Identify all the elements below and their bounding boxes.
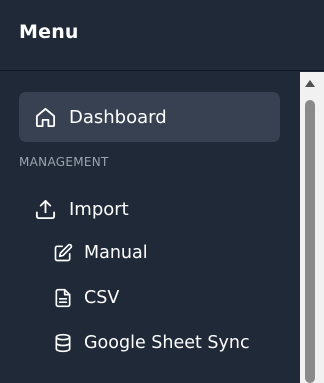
menu-header: Menu (0, 0, 324, 71)
menu-title: Menu (19, 21, 79, 43)
sidebar-item-dashboard[interactable]: Dashboard (19, 92, 280, 142)
sidebar-item-label: CSV (84, 288, 120, 308)
sidebar-item-import[interactable]: Import (34, 194, 129, 224)
scrollbar-thumb[interactable] (305, 100, 315, 383)
sidebar-item-label: Google Sheet Sync (84, 333, 250, 353)
sidebar-item-label: Manual (84, 243, 148, 263)
sidebar-subitem-csv[interactable]: CSV (53, 283, 119, 313)
sidebar-item-label: Dashboard (69, 106, 167, 128)
vertical-scrollbar[interactable] (300, 72, 324, 383)
sidebar-subitem-google-sheet-sync[interactable]: Google Sheet Sync (53, 328, 250, 358)
scroll-up-arrow-icon[interactable] (305, 80, 315, 87)
sidebar-nav: Dashboard MANAGEMENT Import Manual CSV G… (0, 72, 300, 383)
sidebar-subitem-manual[interactable]: Manual (53, 238, 148, 268)
sidebar-menu: Menu Dashboard MANAGEMENT Import Manual … (0, 0, 324, 383)
home-icon (34, 106, 57, 129)
section-label-management: MANAGEMENT (19, 155, 109, 169)
database-icon (53, 333, 73, 353)
upload-icon (34, 198, 57, 221)
file-text-icon (53, 288, 73, 308)
sidebar-item-label: Import (69, 198, 129, 220)
edit-icon (53, 243, 73, 263)
